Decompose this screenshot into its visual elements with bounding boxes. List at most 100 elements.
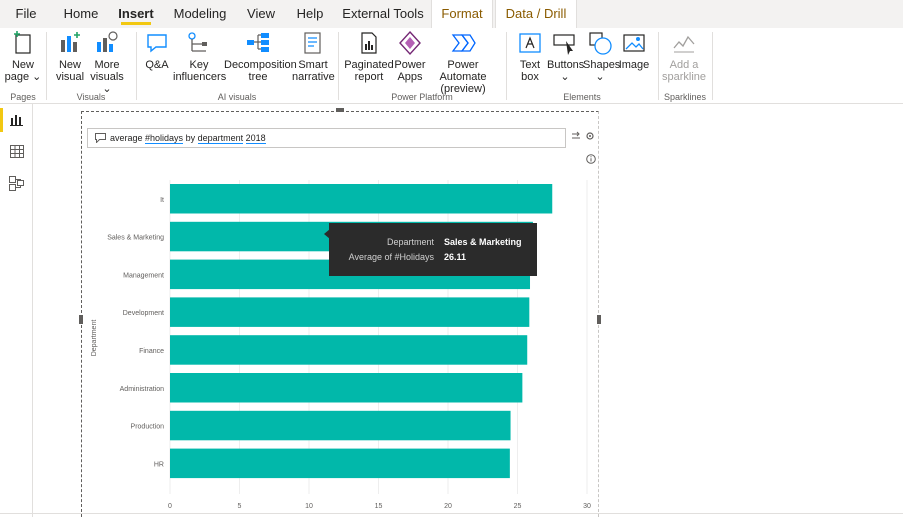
tab-external-tools[interactable]: External Tools: [342, 0, 424, 28]
resize-handle-right[interactable]: [597, 315, 601, 324]
tab-home[interactable]: Home: [58, 0, 104, 28]
smart-narrative-icon: [304, 32, 321, 54]
tab-modeling[interactable]: Modeling: [170, 0, 230, 28]
text-box-label-1: Text: [519, 59, 541, 71]
qna-query-term: #holidays: [145, 133, 184, 144]
group-label-pages: Pages: [10, 92, 36, 102]
power-automate-icon: [451, 34, 476, 52]
decomposition-tree-label-1: Decomposition: [224, 59, 297, 71]
add-sparkline-label-2: sparkline: [661, 71, 707, 83]
decomposition-tree-icon: [247, 33, 269, 52]
new-visual-button[interactable]: New visual: [52, 30, 88, 83]
report-view-icon: [10, 115, 23, 126]
tab-help[interactable]: Help: [292, 0, 328, 28]
key-influencers-button[interactable]: Key influencers: [173, 30, 227, 83]
image-icon: [623, 34, 645, 52]
chat-bubble-icon: [147, 34, 167, 53]
info-icon[interactable]: [586, 154, 596, 164]
tab-data-drill[interactable]: Data / Drill: [495, 0, 577, 28]
model-icon: [9, 176, 24, 191]
category-label: Management: [123, 272, 164, 279]
group-label-elements: Elements: [563, 92, 601, 102]
paginated-report-icon: [361, 32, 377, 54]
report-view-button[interactable]: [0, 105, 33, 135]
group-divider: [136, 32, 137, 100]
data-view-button[interactable]: [0, 137, 33, 167]
category-label: Finance: [139, 348, 164, 355]
qa-button[interactable]: Q&A: [141, 30, 173, 71]
cursor-button-icon: [553, 34, 575, 55]
bar[interactable]: [170, 335, 528, 365]
tab-insert[interactable]: Insert: [115, 0, 157, 28]
turn-into-visual-icon[interactable]: [571, 131, 581, 141]
x-tick-label: 10: [305, 503, 313, 510]
paginated-report-label-1: Paginated: [344, 59, 394, 71]
y-axis-title: Department: [91, 320, 98, 357]
text-box-button[interactable]: Text box: [513, 30, 547, 83]
gear-icon[interactable]: [585, 131, 595, 141]
category-label: Sales & Marketing: [107, 235, 164, 242]
key-influencers-label-2: influencers: [173, 71, 227, 83]
paginated-report-label-2: report: [354, 71, 384, 83]
power-apps-button[interactable]: Power Apps: [394, 30, 426, 83]
x-tick-label: 25: [514, 503, 522, 510]
decomposition-tree-label-2: tree: [248, 71, 268, 83]
tab-file[interactable]: File: [8, 0, 44, 28]
tab-format[interactable]: Format: [431, 0, 493, 28]
group-label-visuals: Visuals: [76, 92, 106, 102]
add-sparkline-button[interactable]: Add a sparkline: [660, 30, 708, 83]
image-label: Image: [618, 59, 650, 71]
decomposition-tree-button[interactable]: Decomposition tree: [224, 30, 297, 83]
smart-narrative-button[interactable]: Smart narrative: [292, 30, 335, 83]
group-label-sparklines: Sparklines: [663, 92, 707, 102]
bar[interactable]: [170, 184, 553, 214]
model-view-button[interactable]: [0, 169, 33, 199]
key-influencers-icon: [188, 32, 207, 52]
x-tick-label: 5: [238, 503, 242, 510]
bar-chart: It Sales & Marketing Management Development…: [91, 180, 591, 510]
bar[interactable]: [170, 448, 510, 479]
group-divider: [658, 32, 659, 100]
ribbon: New page ⌄ Pages New visual More visuals…: [0, 28, 903, 104]
paginated-report-button[interactable]: Paginated report: [344, 30, 394, 83]
shapes-button[interactable]: Shapes ⌄: [583, 30, 620, 83]
new-visual-label-2: visual: [55, 71, 85, 83]
bar[interactable]: [170, 373, 523, 403]
resize-handle-left[interactable]: [79, 315, 83, 324]
table-icon: [10, 145, 24, 158]
more-visuals-icon: [97, 31, 118, 52]
x-tick-label: 15: [375, 503, 383, 510]
text-box-icon: [519, 33, 541, 53]
smart-narrative-label-1: Smart: [298, 59, 328, 71]
image-button[interactable]: Image: [617, 30, 651, 71]
view-switcher: [0, 104, 33, 517]
tab-view[interactable]: View: [244, 0, 278, 28]
new-page-button[interactable]: New page ⌄: [4, 30, 42, 83]
category-label: Development: [123, 310, 164, 317]
new-visual-icon: [61, 32, 80, 52]
shapes-icon: [589, 32, 612, 55]
more-visuals-label-1: More: [94, 59, 120, 71]
new-page-label-2: page ⌄: [4, 71, 42, 83]
group-label-power-platform: Power Platform: [391, 92, 453, 102]
qna-query-word: by: [183, 133, 198, 143]
bar[interactable]: [170, 297, 530, 327]
category-label: HR: [154, 461, 164, 468]
tooltip-value-measure: 26.11: [444, 252, 467, 262]
qna-query-word: average: [110, 133, 146, 143]
page-bottom-rule: [0, 513, 903, 514]
buttons-label-2: ⌄: [560, 71, 570, 83]
buttons-button[interactable]: Buttons ⌄: [547, 30, 584, 83]
power-apps-label-2: Apps: [397, 71, 423, 83]
bar[interactable]: [170, 410, 511, 441]
more-visuals-button[interactable]: More visuals ⌄: [88, 30, 126, 95]
category-label: Production: [131, 424, 165, 431]
new-page-label-1: New: [11, 59, 34, 71]
resize-handle-top[interactable]: [336, 108, 344, 112]
qna-query-term: department: [197, 133, 244, 144]
qa-label: Q&A: [145, 59, 169, 71]
qna-question-input[interactable]: average #holidays by department 2018: [87, 128, 566, 148]
power-automate-button[interactable]: Power Automate (preview): [426, 30, 500, 95]
category-label: It: [160, 197, 164, 204]
group-divider: [338, 32, 339, 100]
